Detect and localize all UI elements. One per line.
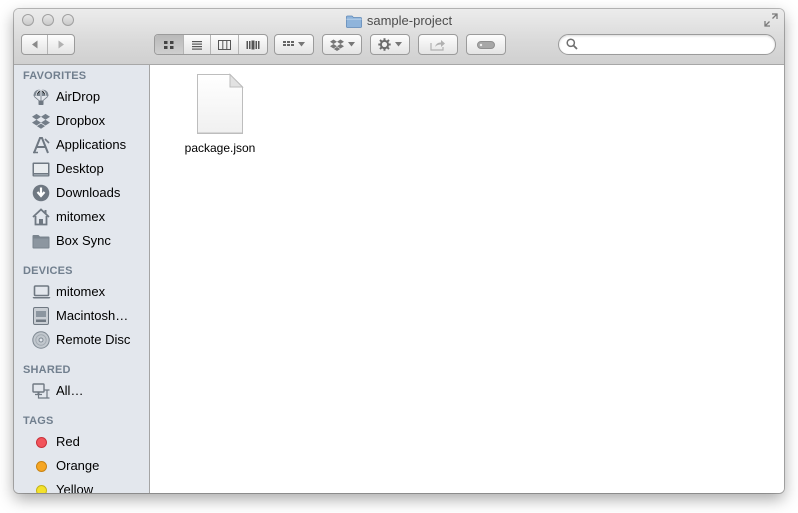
document-icon <box>197 73 244 134</box>
sidebar-item-mitomex-home[interactable]: mitomex <box>14 206 149 228</box>
dropbox-icon <box>32 113 50 129</box>
sidebar-item-applications[interactable]: Applications <box>14 134 149 156</box>
sidebar-item-label: Yellow <box>56 482 94 493</box>
sidebar-item-box-sync[interactable]: Box Sync <box>14 230 149 252</box>
icon-view-button[interactable] <box>155 35 184 54</box>
home-icon <box>32 208 50 226</box>
folder-icon <box>32 234 50 248</box>
column-view-icon <box>217 39 231 50</box>
sidebar-item-tag-yellow[interactable]: Yellow <box>14 479 149 493</box>
sidebar: FAVORITES AirDrop Dropbox Applications D… <box>14 65 150 493</box>
sidebar-item-macintosh-hd[interactable]: Macintosh… <box>14 305 149 327</box>
search-field[interactable] <box>558 34 776 55</box>
sidebar-item-label: Box Sync <box>56 233 111 248</box>
sidebar-item-remote-disc[interactable]: Remote Disc <box>14 329 149 351</box>
forward-button[interactable] <box>48 35 74 54</box>
airdrop-icon <box>33 89 49 105</box>
share-button[interactable] <box>418 34 458 55</box>
sidebar-item-label: Red <box>56 434 80 449</box>
orange-tag-dot-icon <box>35 460 47 472</box>
sidebar-item-label: Downloads <box>56 185 121 200</box>
shared-header: SHARED <box>23 364 71 376</box>
sidebar-item-label: AirDrop <box>56 89 101 104</box>
list-view-icon <box>191 40 202 50</box>
search-input[interactable] <box>581 37 770 54</box>
fullscreen-icon[interactable] <box>764 13 778 27</box>
cover-flow-view-icon <box>246 40 260 49</box>
edit-tags-button[interactable] <box>466 34 506 55</box>
red-tag-dot-icon <box>35 436 47 448</box>
window-title-area: sample-project <box>14 12 784 30</box>
view-mode-control <box>154 34 268 55</box>
favorites-header: FAVORITES <box>23 70 87 82</box>
file-item[interactable]: package.json <box>178 73 262 155</box>
gear-icon <box>378 38 391 51</box>
chevron-down-icon <box>298 42 305 47</box>
sidebar-item-dropbox[interactable]: Dropbox <box>14 110 149 132</box>
sidebar-item-label: mitomex <box>56 284 106 299</box>
title-bar: sample-project <box>14 9 784 65</box>
sidebar-item-desktop[interactable]: Desktop <box>14 158 149 180</box>
chevron-left-icon <box>31 40 37 49</box>
file-browser-content: package.json <box>150 65 784 493</box>
arrange-icon <box>283 40 294 46</box>
sidebar-item-label: mitomex <box>56 209 106 224</box>
sidebar-item-label: Remote Disc <box>56 332 131 347</box>
desktop-icon <box>32 162 50 176</box>
back-button[interactable] <box>22 35 49 54</box>
sidebar-item-label: Dropbox <box>56 113 106 128</box>
file-name: package.json <box>184 141 256 155</box>
finder-window: sample-project FAVORITES AirDrop Dropbox… <box>14 9 784 493</box>
chevron-down-icon <box>347 42 355 47</box>
sidebar-item-label: Orange <box>56 458 100 473</box>
folder-icon <box>345 15 362 28</box>
sidebar-item-label: All… <box>56 383 84 398</box>
search-icon <box>566 38 578 50</box>
yellow-tag-dot-icon <box>35 484 47 493</box>
sidebar-item-label: Desktop <box>56 161 104 176</box>
hard-drive-icon <box>33 307 49 325</box>
downloads-icon <box>32 184 50 202</box>
disc-icon <box>32 331 50 349</box>
sidebar-item-label: Macintosh… <box>56 308 129 323</box>
sidebar-item-mitomex-computer[interactable]: mitomex <box>14 281 149 303</box>
back-forward-control <box>21 34 75 55</box>
share-icon <box>430 39 445 51</box>
tag-icon <box>477 40 495 49</box>
sidebar-item-all-shared[interactable]: All… <box>14 380 149 402</box>
laptop-icon <box>32 285 50 299</box>
window-title: sample-project <box>366 13 453 28</box>
devices-header: DEVICES <box>23 265 73 277</box>
sidebar-item-label: Applications <box>56 137 127 152</box>
action-button[interactable] <box>370 34 410 55</box>
icon-view-icon <box>163 40 174 49</box>
tags-header: TAGS <box>23 415 54 427</box>
arrange-button[interactable] <box>274 34 314 55</box>
dropbox-menu-button[interactable] <box>322 34 362 55</box>
chevron-right-icon <box>58 40 64 49</box>
applications-icon <box>33 137 50 154</box>
sidebar-item-airdrop[interactable]: AirDrop <box>14 86 149 108</box>
sidebar-item-downloads[interactable]: Downloads <box>14 182 149 204</box>
dropbox-icon <box>329 39 344 51</box>
sidebar-item-tag-red[interactable]: Red <box>14 431 149 453</box>
sidebar-item-tag-orange[interactable]: Orange <box>14 455 149 477</box>
column-view-button[interactable] <box>211 35 239 54</box>
network-icon <box>31 382 49 399</box>
cover-flow-view-button[interactable] <box>239 35 267 54</box>
chevron-down-icon <box>395 42 402 47</box>
list-view-button[interactable] <box>184 35 212 54</box>
